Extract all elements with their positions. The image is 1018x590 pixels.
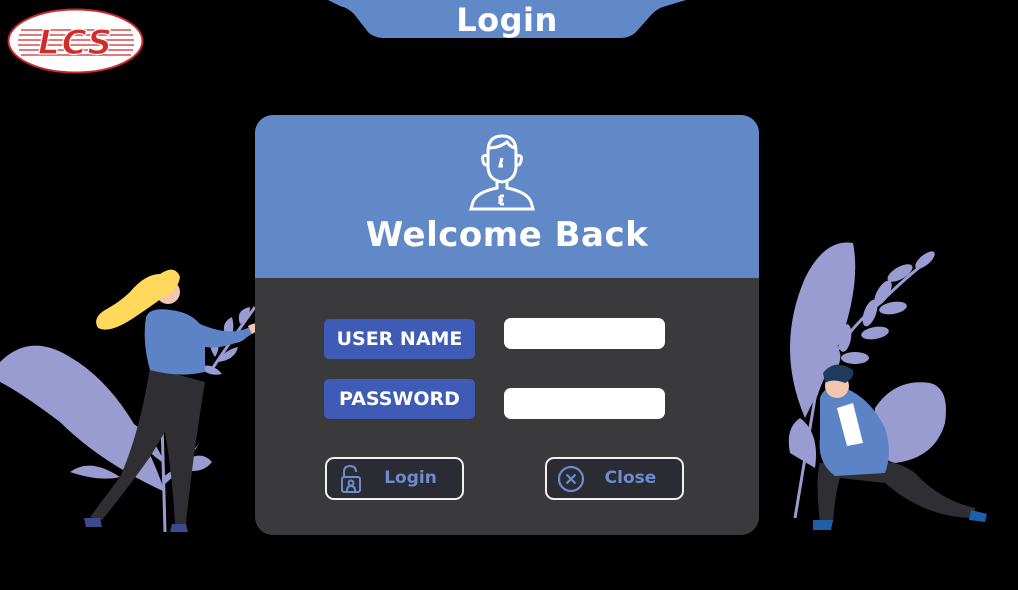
title-tab: Login xyxy=(328,0,686,40)
logo-text: LCS xyxy=(38,23,114,63)
password-label: PASSWORD xyxy=(324,379,475,419)
padlock-icon xyxy=(341,464,361,493)
card-header: Welcome Back xyxy=(255,115,759,278)
password-input[interactable] xyxy=(504,388,665,419)
username-label: USER NAME xyxy=(324,319,475,359)
page-title: Login xyxy=(456,1,558,39)
login-button-label: Login xyxy=(384,468,437,488)
woman-illustration xyxy=(0,269,262,533)
username-input[interactable] xyxy=(504,318,665,349)
lcs-logo: LCS xyxy=(7,8,144,74)
man-illustration xyxy=(788,242,987,530)
close-button-label: Close xyxy=(604,468,657,488)
login-button[interactable]: Login xyxy=(325,457,464,500)
close-circle-icon xyxy=(557,465,585,493)
close-button[interactable]: Close xyxy=(545,457,684,500)
user-avatar-icon xyxy=(469,134,535,211)
login-card: Welcome Back USER NAME PASSWORD Login Cl… xyxy=(255,115,759,535)
welcome-heading: Welcome Back xyxy=(365,215,649,255)
